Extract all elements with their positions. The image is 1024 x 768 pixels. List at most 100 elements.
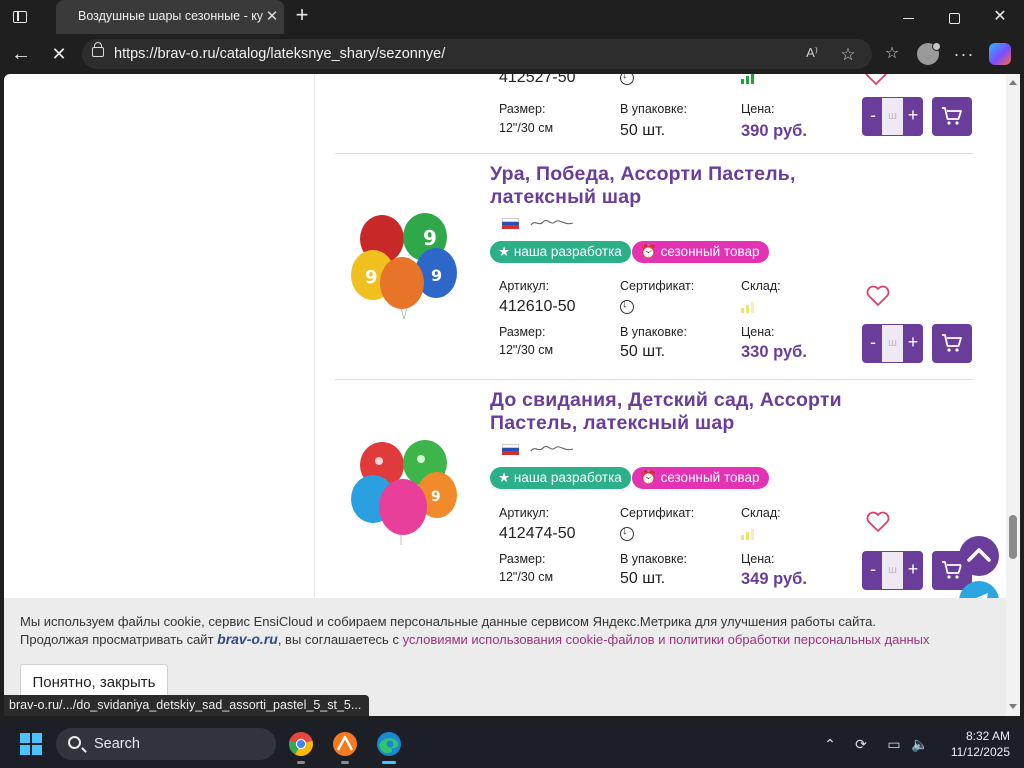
heart-icon[interactable] (865, 510, 891, 534)
russia-flag-icon (502, 444, 519, 455)
favorites-icon[interactable]: ☆ (880, 42, 904, 66)
stock-label: Склад: (741, 279, 781, 293)
add-to-cart-button[interactable] (932, 97, 972, 136)
stop-loading-icon[interactable]: ✕ (44, 40, 74, 68)
browser-navbar: ← ✕ https://brav-o.ru/catalog/lateksnye_… (0, 34, 1024, 74)
scroll-to-top-button[interactable] (959, 536, 999, 576)
search-icon (68, 736, 81, 749)
window-minimize-button[interactable] (888, 4, 928, 30)
sidebar-toggle-icon[interactable] (8, 6, 32, 28)
cart-icon (942, 334, 962, 352)
back-arrow-icon[interactable]: ← (6, 40, 36, 68)
qty-plus-button[interactable]: + (903, 551, 923, 590)
sync-status-icon[interactable]: ⟳ (851, 734, 871, 754)
chevron-up-tray-icon[interactable]: ⌃ (820, 734, 840, 754)
pack-value: 50 шт. (620, 570, 666, 587)
favorite-star-icon[interactable]: ☆ (838, 45, 858, 64)
cookie-policy-link[interactable]: условиями использования cookie-файлов и … (403, 632, 930, 647)
article-value: 412527-50 (499, 74, 576, 86)
tab-close-icon[interactable]: ✕ (262, 7, 282, 27)
qty-plus-button[interactable]: + (903, 324, 923, 363)
article-label: Артикул: (499, 506, 550, 520)
lock-icon[interactable] (92, 42, 104, 57)
certificate-download-icon[interactable] (620, 74, 634, 85)
new-tab-button[interactable]: + (291, 4, 313, 27)
qty-input[interactable]: ш (882, 98, 903, 135)
edge-app-icon[interactable] (375, 730, 403, 764)
app-active-indicator (382, 761, 396, 764)
pack-label: В упаковке: (620, 552, 688, 566)
chrome-logo-icon (289, 732, 313, 756)
qty-minus-button[interactable]: - (863, 324, 883, 363)
qty-input[interactable]: ш (882, 552, 903, 589)
taskbar-search-label: Search (94, 736, 140, 752)
browser-tab-active[interactable]: Воздушные шары сезонные - ку ✕ (56, 0, 284, 34)
profile-avatar[interactable] (916, 42, 941, 66)
windows-taskbar: Search ⌃ ⟳ ▭ 🔈 8:32 AM 11/12/2025 (0, 720, 1024, 768)
quantity-stepper[interactable]: - ш + (862, 324, 923, 363)
qty-plus-button[interactable]: + (903, 97, 923, 136)
product-name-link[interactable]: Ура, Победа, Ассорти Пастель, латексный … (490, 163, 850, 209)
taskbar-search-box[interactable]: Search (56, 728, 276, 760)
size-label: Размер: (499, 552, 546, 566)
volume-muted-icon[interactable]: 🔈 (910, 734, 930, 754)
price-label: Цена: (741, 552, 775, 566)
stock-low-icon (741, 302, 755, 313)
orange-app-logo-icon (333, 732, 357, 756)
read-aloud-icon[interactable]: A⁾ (802, 45, 822, 63)
scrollbar-thumb[interactable] (1009, 515, 1017, 559)
certificate-label: Сертификат: (620, 506, 695, 520)
display-icon[interactable]: ▭ (884, 734, 904, 754)
more-menu-icon[interactable]: ··· (952, 42, 976, 66)
product-divider (335, 153, 973, 154)
stock-low-icon (741, 529, 755, 540)
site-brand-inline: brav-o.ru (217, 631, 278, 647)
cookie-text-line1: Мы используем файлы cookie, сервис EnsiC… (20, 614, 877, 629)
address-bar[interactable]: https://brav-o.ru/catalog/lateksnye_shar… (82, 39, 872, 69)
chrome-app-icon[interactable] (287, 730, 315, 764)
article-value: 412474-50 (499, 525, 576, 542)
pack-value: 50 шт. (620, 343, 666, 360)
window-close-button[interactable]: ✕ (980, 4, 1020, 30)
seasonal-badge-label: сезонный товар (660, 244, 760, 259)
scroll-up-arrow-icon[interactable] (1009, 80, 1017, 85)
edge-logo-icon (377, 732, 401, 756)
qty-input[interactable]: ш (882, 325, 903, 362)
qty-minus-button[interactable]: - (863, 551, 883, 590)
size-label: Размер: (499, 102, 546, 116)
product-card: Размер: 12"/30 см 412527-50 В упаковке: … (335, 74, 975, 154)
quantity-stepper[interactable]: - ш + (862, 97, 923, 136)
clock-time: 8:32 AM (965, 729, 1010, 743)
page-scrollbar[interactable] (1006, 74, 1020, 716)
taskbar-clock[interactable]: 8:32 AM 11/12/2025 (940, 728, 1010, 760)
cookie-text-mid: , вы соглашаетесь с (277, 632, 403, 647)
certificate-download-icon[interactable] (620, 525, 634, 541)
app-orange-icon[interactable] (331, 730, 359, 764)
certificate-download-icon[interactable] (620, 298, 634, 314)
scroll-down-arrow-icon[interactable] (1009, 704, 1017, 709)
svg-text:9: 9 (423, 226, 437, 250)
page-viewport: Размер: 12"/30 см 412527-50 В упаковке: … (4, 74, 1006, 716)
copilot-icon[interactable] (988, 42, 1012, 66)
qty-minus-button[interactable]: - (863, 97, 883, 136)
balloon-image[interactable]: 9 (349, 437, 459, 547)
brand-logo (530, 445, 574, 452)
product-name-link[interactable]: До свидания, Детский сад, Ассорти Пастел… (490, 389, 850, 435)
url-text[interactable]: https://brav-o.ru/catalog/lateksnye_shar… (114, 46, 445, 62)
our-development-badge: ★ наша разработка (490, 241, 631, 263)
stock-label: Склад: (741, 506, 781, 520)
balloon-image[interactable]: 9 9 9 (349, 211, 459, 321)
product-card: 9 9 9 Ура, Победа, Ассорти Пастель, лате… (335, 153, 975, 380)
svg-text:9: 9 (431, 266, 442, 285)
window-maximize-button[interactable] (934, 4, 974, 30)
heart-icon[interactable] (865, 284, 891, 308)
add-to-cart-button[interactable] (932, 324, 972, 363)
heart-icon[interactable] (863, 74, 889, 87)
brand-logo (530, 219, 574, 226)
price-value: 390 руб. (741, 122, 807, 140)
quantity-stepper[interactable]: - ш + (862, 551, 923, 590)
windows-start-icon[interactable] (20, 733, 42, 755)
price-label: Цена: (741, 325, 775, 339)
browser-titlebar: Воздушные шары сезонные - ку ✕ + ✕ (0, 0, 1024, 34)
stock-high-icon (741, 74, 755, 84)
